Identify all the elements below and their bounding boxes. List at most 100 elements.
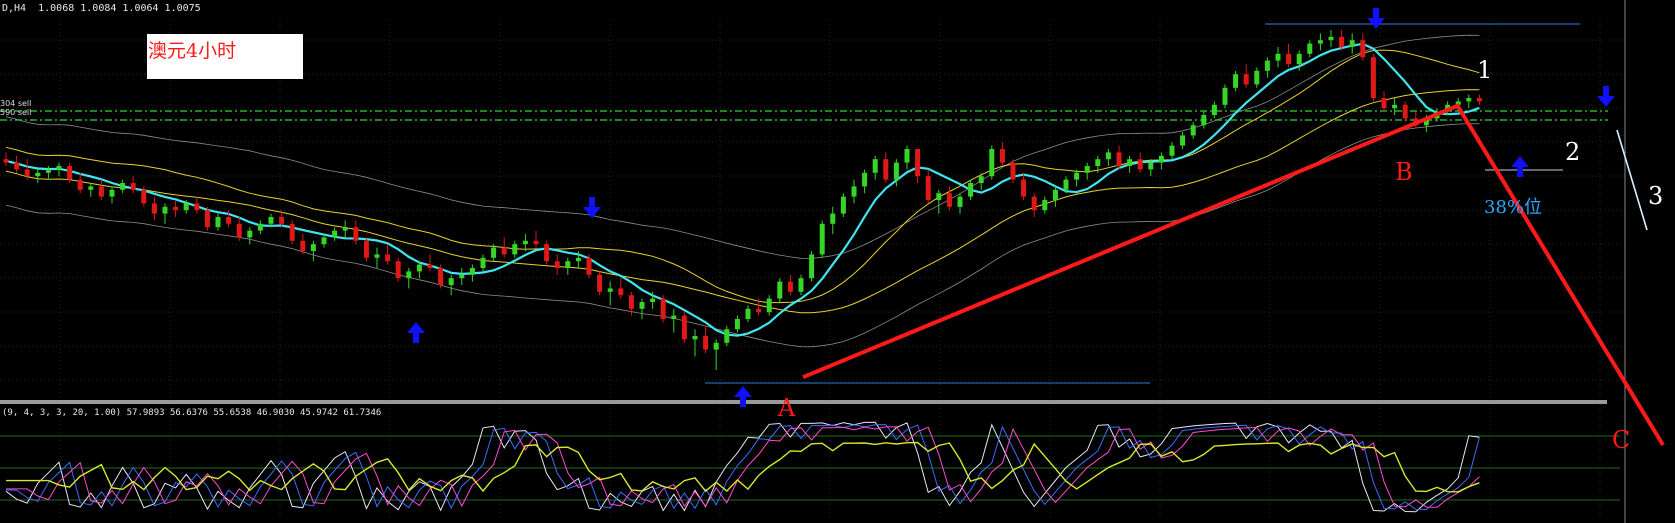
candle-body [226, 217, 232, 224]
candle-body [713, 342, 719, 350]
candle-body [109, 189, 115, 197]
candle-body [332, 230, 338, 238]
candle-body [533, 240, 539, 245]
candle-body [1307, 43, 1313, 54]
candle-body [1010, 162, 1016, 180]
candle-body [936, 193, 942, 200]
candle-body [989, 149, 995, 177]
candle-body [1402, 104, 1408, 119]
candle-body [67, 166, 73, 180]
arrow-down-icon [1367, 8, 1385, 29]
candle-body [45, 169, 51, 173]
candle-body [1392, 104, 1398, 109]
candle-body [681, 315, 687, 340]
candle-body [819, 223, 825, 255]
candle-body [1116, 152, 1122, 166]
candle-body [671, 315, 677, 319]
candle-body [618, 288, 624, 296]
symbol-info: D,H4 1.0068 1.0084 1.0064 1.0075 [2, 3, 201, 14]
candle-body [1360, 40, 1366, 58]
candle-body [787, 281, 793, 292]
trend-lines [802, 103, 1665, 447]
candle-body [1211, 104, 1217, 115]
candle-body [1476, 98, 1482, 102]
wave-1-label: 1 [1477, 56, 1493, 84]
candle-body [491, 247, 497, 258]
candle-body [522, 240, 528, 245]
candle-body [236, 223, 242, 238]
candle-body [692, 336, 698, 340]
candle-body [215, 217, 221, 228]
arrow-up-icon [407, 322, 425, 343]
candle-body [586, 257, 592, 275]
candle-body [978, 176, 984, 183]
candle-body [660, 298, 666, 319]
candle-body [1296, 53, 1302, 64]
candle-body [904, 149, 910, 163]
candle-body [279, 217, 285, 224]
candle-body [1243, 74, 1249, 85]
candle-body [77, 179, 83, 190]
candle-body [798, 278, 804, 292]
point-b-label: B [1395, 158, 1413, 186]
candle-body [162, 206, 168, 214]
candle-body [809, 254, 815, 279]
candle-body [3, 159, 9, 163]
fib-38-label: 38%位 [1484, 197, 1543, 218]
candle-body [1264, 60, 1270, 71]
candle-body [374, 254, 380, 258]
candle-body [1201, 115, 1207, 126]
candle-body [650, 298, 656, 302]
candle-body [724, 329, 730, 343]
osc-signal-line-2 [6, 426, 1480, 508]
wave-3-label: 3 [1648, 182, 1664, 210]
candle-body [639, 302, 645, 309]
candle-body [469, 268, 475, 275]
oscillator-panel [0, 421, 1620, 513]
candle-body [1328, 36, 1334, 41]
candle-body [915, 149, 921, 177]
envelope-lower [5, 123, 1480, 348]
candle-body [194, 203, 200, 211]
candle-body [1105, 152, 1111, 160]
candle-body [575, 257, 581, 262]
candle-body [289, 223, 295, 241]
candle-body [427, 264, 433, 268]
candle-body [745, 308, 751, 319]
signal-arrows [407, 8, 1615, 407]
candle-body [734, 319, 740, 330]
candle-body [968, 183, 974, 197]
candle-body [1190, 125, 1196, 136]
candle-body [628, 295, 634, 309]
candle-body [597, 274, 603, 292]
candle-body [1052, 189, 1058, 200]
candle-body [247, 230, 253, 238]
candle-body [1158, 155, 1164, 163]
candle-body [554, 261, 560, 268]
candle-body [565, 261, 571, 268]
candle-body [204, 210, 210, 228]
candle-body [1169, 145, 1175, 156]
wave-3-line [1616, 129, 1648, 231]
candle-body [1127, 159, 1133, 166]
candle-body [1317, 40, 1323, 44]
candle-body [1095, 159, 1101, 166]
candle-body [777, 281, 783, 299]
sell-tag-2: 590 sell [0, 108, 32, 117]
candle-body [1074, 172, 1080, 180]
osc-signal-line [6, 424, 1480, 511]
abc-trend-line [802, 103, 1665, 447]
candle-body [501, 247, 507, 255]
candle-body [607, 288, 613, 292]
candle-body [480, 257, 486, 268]
arrow-up-icon [1511, 156, 1529, 177]
candle-body [1286, 53, 1292, 64]
candle-body [1137, 159, 1143, 170]
candle-body [1466, 98, 1472, 102]
wave-2-label: 2 [1565, 138, 1581, 166]
candle-body [88, 186, 94, 190]
candle-body [183, 203, 189, 211]
point-a-label: A [778, 394, 796, 422]
candle-body [130, 183, 136, 190]
candle-body [353, 227, 359, 241]
